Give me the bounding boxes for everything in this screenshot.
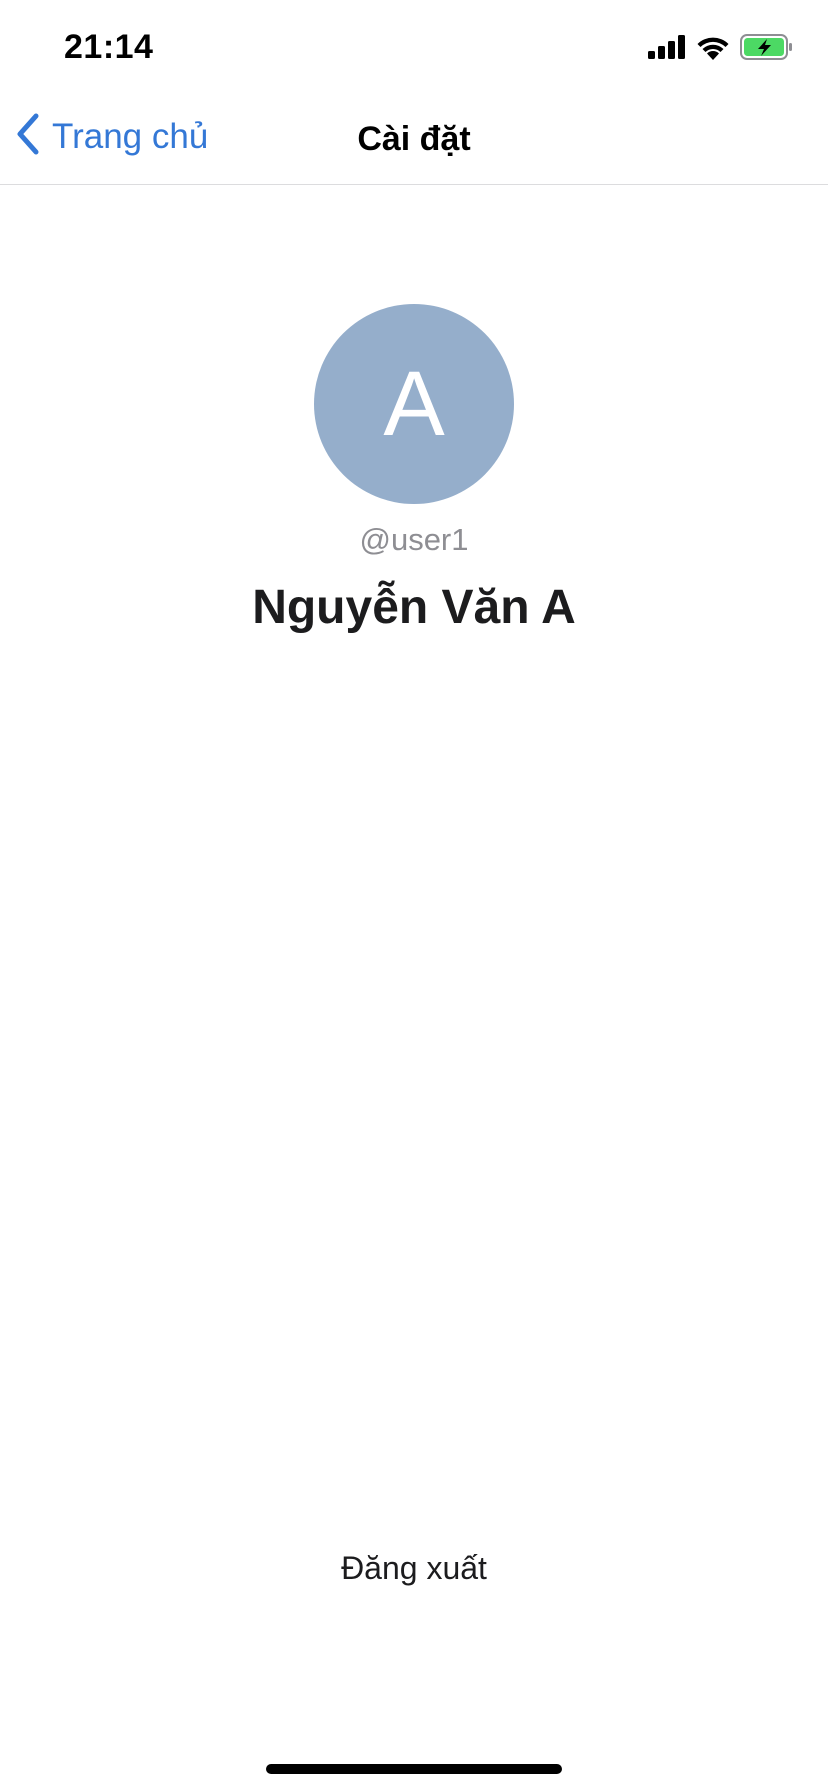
home-indicator[interactable] bbox=[266, 1764, 562, 1774]
battery-charging-icon bbox=[740, 34, 794, 60]
status-time: 21:14 bbox=[64, 28, 154, 66]
avatar: A bbox=[314, 304, 514, 504]
username: @user1 bbox=[359, 522, 469, 557]
avatar-initial: A bbox=[383, 353, 445, 455]
navigation-bar: Trang chủ Cài đặt bbox=[0, 96, 828, 185]
cellular-signal-icon bbox=[648, 35, 686, 59]
wifi-icon bbox=[696, 34, 730, 60]
logout-button[interactable]: Đăng xuất bbox=[314, 1540, 514, 1596]
page-title: Cài đặt bbox=[357, 120, 471, 158]
status-icons bbox=[648, 34, 794, 60]
full-name: Nguyễn Văn A bbox=[252, 581, 576, 634]
status-bar: 21:14 bbox=[0, 0, 828, 96]
